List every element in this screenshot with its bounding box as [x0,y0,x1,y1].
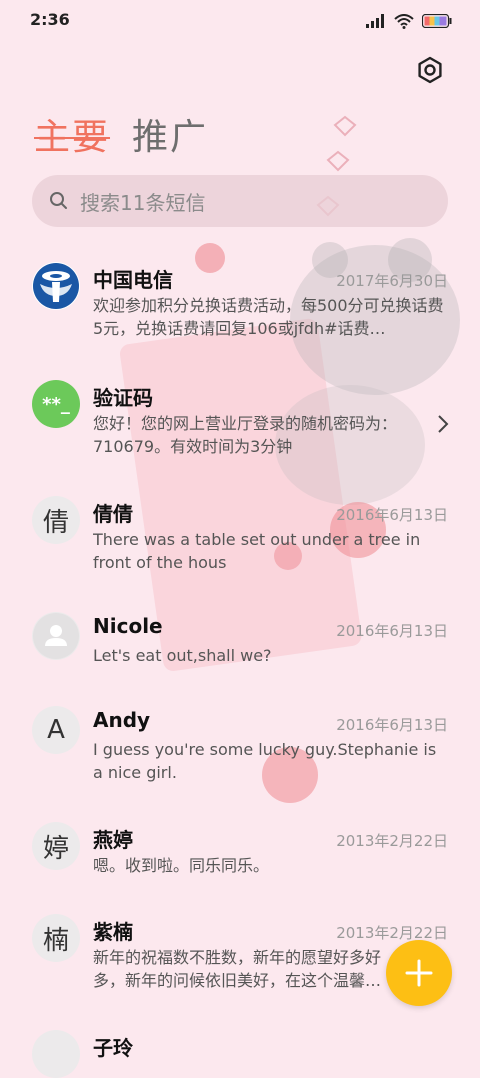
conversation-item[interactable]: 子玲 [0,1028,480,1078]
signal-icon [366,14,384,28]
message-preview: 新年的祝福数不胜数，新年的愿望好多好多，新年的问候依旧美好，在这个温馨的时刻 [93,948,382,990]
conversation-item[interactable]: 中国电信 2017年6月30日 欢迎参加积分兑换话费活动，每500分可兑换话费5… [0,252,480,362]
conversation-item[interactable]: **_ 验证码 您好！您的网上营业厅登录的随机密码为：710679。有效时间为3… [0,374,480,484]
contact-name: 紫楠 [93,920,133,944]
avatar [32,262,80,310]
plus-icon [405,959,433,987]
contact-name: 燕婷 [93,828,133,852]
status-time: 2:36 [30,10,70,29]
settings-gear-icon[interactable] [416,56,444,84]
message-date: 2013年2月22日 [336,832,448,850]
conversation-item[interactable]: 婷 燕婷 2013年2月22日 嗯。收到啦。同乐同乐。 [0,820,480,910]
contact-name: 验证码 [93,386,153,410]
message-preview: There was a table set out under a tree i… [93,530,421,572]
message-date: 2016年6月13日 [336,716,448,734]
avatar: A [32,706,80,754]
contact-name: 倩倩 [93,502,133,526]
contact-name: Andy [93,708,151,732]
tab-bar: 主要 推广 [34,108,208,160]
contact-name: 中国电信 [93,268,173,292]
message-preview: 嗯。收到啦。同乐同乐。 [93,856,270,875]
avatar [32,1030,80,1078]
avatar: 婷 [32,822,80,870]
message-preview: Let's eat out,shall we? [93,646,272,665]
status-bar: 2:36 [0,0,480,42]
contact-name: Nicole [93,614,163,638]
message-date: 2016年6月13日 [336,622,448,640]
avatar [32,612,80,660]
message-date: 2013年2月22日 [336,924,448,942]
conversation-item[interactable]: 倩 倩倩 2016年6月13日 There was a table set ou… [0,492,480,602]
telecom-logo-icon [33,263,79,309]
avatar: **_ [32,380,80,428]
avatar: 倩 [32,496,80,544]
search-icon [50,192,67,209]
contact-name: 子玲 [93,1036,133,1060]
search-input[interactable]: 搜索11条短信 [32,175,448,227]
search-placeholder: 搜索11条短信 [80,190,206,215]
new-message-button[interactable] [386,940,452,1006]
person-icon [33,613,79,659]
conversation-item[interactable]: A Andy 2016年6月13日 I guess you're some lu… [0,704,480,814]
status-icons [366,12,452,30]
conversation-item[interactable]: Nicole 2016年6月13日 Let's eat out,shall we… [0,610,480,700]
avatar: 楠 [32,914,80,962]
chevron-right-icon[interactable] [436,414,450,434]
tab-promotions[interactable]: 推广 [132,108,208,160]
battery-icon [422,14,452,28]
message-date: 2016年6月13日 [336,506,448,524]
message-preview: 您好！您的网上营业厅登录的随机密码为：710679。有效时间为3分钟 [93,414,398,456]
wifi-icon [394,13,414,29]
message-preview: I guess you're some lucky guy.Stephanie … [93,740,437,782]
message-preview: 欢迎参加积分兑换话费活动，每500分可兑换话费5元，兑换话费请回复106或jfd… [93,296,444,338]
tab-main[interactable]: 主要 [34,108,110,160]
message-date: 2017年6月30日 [336,272,448,290]
